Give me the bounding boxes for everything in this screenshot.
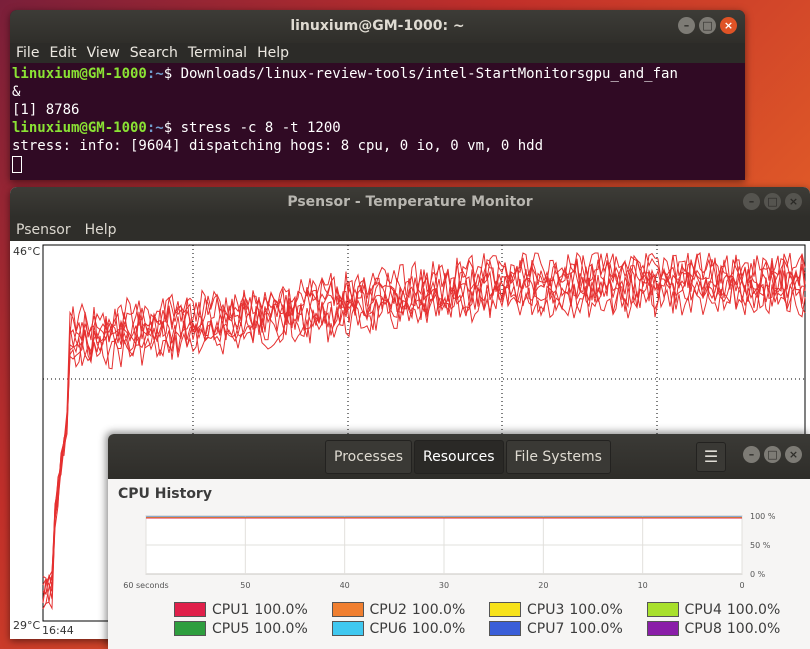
maximize-icon[interactable]: □ [764,446,781,463]
terminal-window[interactable]: linuxium@GM-1000: ~ – □ × File Edit View… [10,10,745,180]
cpu-value: 100.0% [254,601,308,618]
terminal-output[interactable]: linuxium@GM-1000:~$ Downloads/linux-revi… [10,63,745,175]
legend-item-cpu6: CPU6 100.0% [331,619,490,638]
legend-item-cpu4: CPU4 100.0% [646,600,805,619]
y-max-label: 46°C [13,245,41,258]
terminal-line: linuxium@GM-1000:~$ Downloads/linux-revi… [12,65,743,83]
tab-file-systems[interactable]: File Systems [505,440,611,474]
menu-psensor[interactable]: Psensor [16,217,71,241]
terminal-command: $ Downloads/linux-review-tools/intel-Sta… [163,66,678,82]
prompt-user: linuxium@GM-1000 [12,120,147,136]
tab-resources[interactable]: Resources [414,440,504,474]
prompt-path: :~ [146,120,164,136]
color-swatch[interactable] [489,602,521,617]
terminal-line: & [12,84,21,100]
terminal-title: linuxium@GM-1000: ~ [290,18,465,34]
psensor-title: Psensor - Temperature Monitor [287,194,533,210]
legend-item-cpu5: CPU5 100.0% [174,619,332,638]
menu-search[interactable]: Search [130,43,184,63]
terminal-line: [1] 8786 [12,102,80,118]
cpu-x-tick-label: 0 [739,581,744,590]
prompt-user: linuxium@GM-1000 [12,66,147,82]
menu-edit[interactable]: Edit [49,43,82,63]
cpu-y-tick-label: 100 % [750,512,776,521]
menu-help[interactable]: Help [85,217,117,241]
x-start-label: 16:44 [42,624,74,637]
maximize-icon[interactable]: □ [699,17,716,34]
cpu-x-tick-label: 20 [538,581,548,590]
color-swatch[interactable] [489,621,521,636]
menu-view[interactable]: View [87,43,126,63]
color-swatch[interactable] [331,602,364,617]
cpu-name: CPU3 [527,601,565,618]
minimize-icon[interactable]: – [743,446,760,463]
cpu-x-tick-label: 50 [240,581,250,590]
psensor-titlebar[interactable]: Psensor - Temperature Monitor – □ × [10,187,810,217]
cpu-value: 100.0% [411,601,466,618]
tab-processes[interactable]: Processes [325,440,413,474]
terminal-line: stress: info: [9604] dispatching hogs: 8… [12,138,544,154]
minimize-icon[interactable]: – [743,193,760,210]
legend-row: CPU5 100.0% CPU6 100.0% CPU7 100.0% CPU8 10… [174,619,804,638]
cpu-value: 100.0% [411,620,466,637]
legend-item-cpu7: CPU7 100.0% [489,619,647,638]
cpu-name: CPU4 [684,601,722,618]
menu-help[interactable]: Help [257,43,295,63]
prompt-path: :~ [146,66,164,82]
cpu-value: 100.0% [569,601,623,618]
close-icon[interactable]: × [720,17,737,34]
legend-row: CPU1 100.0% CPU2 100.0% CPU3 100.0% CPU4 10… [174,600,804,619]
minimize-icon[interactable]: – [678,17,695,34]
legend-item-cpu8: CPU8 100.0% [646,619,805,638]
cpu-name: CPU7 [527,620,565,637]
terminal-cursor-line [12,155,743,173]
legend-item-cpu3: CPU3 100.0% [489,600,647,619]
psensor-menubar: Psensor Help [10,217,810,241]
legend-item-cpu2: CPU2 100.0% [331,600,490,619]
terminal-line: linuxium@GM-1000:~$ stress -c 8 -t 1200 [12,119,743,137]
cpu-legend: CPU1 100.0% CPU2 100.0% CPU3 100.0% CPU4 10… [174,600,804,638]
color-swatch[interactable] [331,621,364,636]
cpu-name: CPU8 [684,620,722,637]
maximize-icon[interactable]: □ [764,193,781,210]
cpu-value: 100.0% [726,620,781,637]
cpu-value: 100.0% [569,620,623,637]
text-cursor [12,155,22,173]
cpu-value: 100.0% [254,620,308,637]
y-min-label: 29°C [13,619,41,632]
close-icon[interactable]: × [785,446,802,463]
cpu-name: CPU2 [369,601,407,618]
cpu-x-tick-label: 30 [439,581,449,590]
cpu-x-tick-label: 40 [340,581,350,590]
system-monitor-window[interactable]: Processes Resources File Systems ☰ – □ ×… [108,434,810,649]
color-swatch[interactable] [174,602,206,617]
cpu-y-tick-label: 0 % [750,570,766,579]
terminal-command: $ stress -c 8 -t 1200 [163,120,341,136]
color-swatch[interactable] [646,621,679,636]
cpu-value: 100.0% [726,601,781,618]
cpu-history-title: CPU History [118,486,212,502]
cpu-y-tick-label: 50 % [750,541,771,550]
cpu-name: CPU6 [369,620,407,637]
menu-file[interactable]: File [16,43,45,63]
terminal-titlebar[interactable]: linuxium@GM-1000: ~ – □ × [10,10,745,43]
hamburger-icon[interactable]: ☰ [696,442,726,472]
color-swatch[interactable] [174,621,206,636]
system-monitor-headerbar[interactable]: Processes Resources File Systems ☰ – □ × [108,434,810,479]
terminal-menubar: File Edit View Search Terminal Help [10,43,745,63]
legend-item-cpu1: CPU1 100.0% [174,600,332,619]
close-icon[interactable]: × [785,193,802,210]
cpu-x-tick-label: 60 seconds [123,581,168,590]
menu-terminal[interactable]: Terminal [188,43,253,63]
cpu-x-tick-label: 10 [638,581,648,590]
color-swatch[interactable] [646,602,679,617]
cpu-name: CPU1 [212,601,250,618]
cpu-name: CPU5 [212,620,250,637]
